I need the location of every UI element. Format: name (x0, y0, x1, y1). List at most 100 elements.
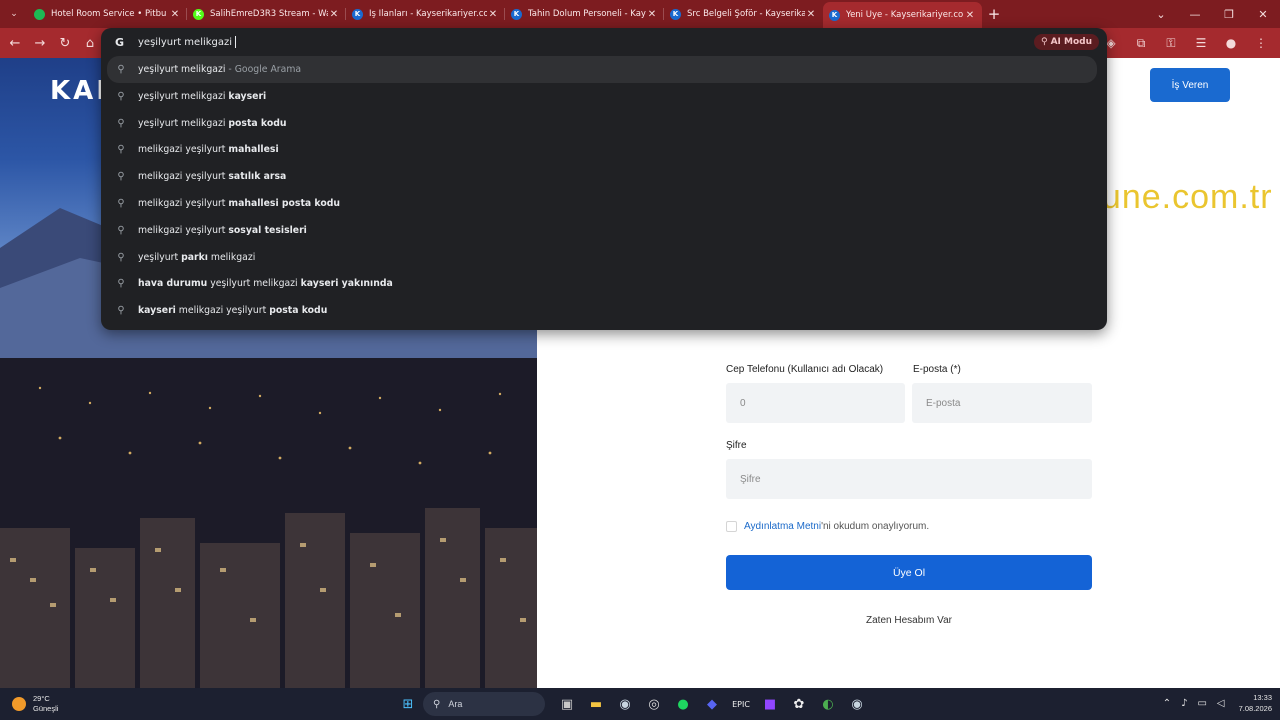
omnibox-suggestion[interactable]: ⚲ yeşilyurt melikgazi - Google Arama (107, 56, 1097, 83)
omnibox-dropdown: G yeşilyurt melikgazi ⚲ AI Modu ⚲ yeşilyur… (101, 28, 1107, 330)
volume-icon[interactable]: ◁ (1217, 698, 1225, 709)
maximize-button[interactable]: ❐ (1212, 0, 1246, 28)
suggestion-completion: sosyal tesisleri (228, 224, 307, 236)
browser-tab[interactable]: K SalihEmreD3R3 Stream - Watch✕ (187, 0, 346, 28)
browser-tab[interactable]: K İş İlanları - Kayserikariyer.com ✕ (346, 0, 505, 28)
display-icon[interactable]: ▭ (1197, 698, 1206, 709)
suggestion-prefix: melikgazi yeşilyurt (138, 224, 229, 236)
suggestion-completion: posta kodu (228, 117, 287, 129)
ai-mode-button[interactable]: ⚲ AI Modu (1033, 34, 1099, 50)
tab-close-icon[interactable]: ✕ (964, 10, 976, 21)
chrome-icon[interactable]: ◐ (814, 691, 842, 717)
suggestion-prefix: melikgazi yeşilyurt (175, 305, 270, 317)
microphone-icon[interactable]: ♪ (1181, 698, 1187, 709)
weather-temp: 29°C (33, 694, 50, 703)
browser-tab[interactable]: K Src Belgeli Şoför - Kayserikariye✕ (664, 0, 823, 28)
suggestion-prefix: melikgazi yeşilyurt (138, 198, 229, 209)
tab-close-icon[interactable]: ✕ (169, 9, 181, 20)
omnibox-suggestion[interactable]: ⚲ melikgazi yeşilyurt mahallesi (101, 136, 1107, 163)
login-link[interactable]: Zaten Hesabım Var (726, 615, 1092, 626)
tab-close-icon[interactable]: ✕ (805, 9, 817, 20)
employer-button[interactable]: İş Veren (1150, 68, 1230, 102)
consent-text: 'ni okudum onaylıyorum. (821, 521, 930, 532)
dropdown-icon[interactable]: ⌄ (1144, 0, 1178, 28)
menu-kebab-icon[interactable]: ⋮ (1246, 31, 1276, 55)
tab-favicon-icon: K (193, 8, 204, 20)
omnibox-suggestion[interactable]: ⚲ yeşilyurt melikgazi kayseri (101, 83, 1107, 110)
suggestion-completion: mahallesi posta kodu (228, 198, 341, 209)
suggestion-prefix: melikgazi yeşilyurt (138, 144, 229, 156)
tab-title: Hotel Room Service • Pitbu (51, 9, 167, 19)
omnibox-suggestion[interactable]: ⚲ yeşilyurt melikgazi posta kodu (101, 110, 1107, 137)
discord-icon[interactable]: ◆ (698, 691, 726, 717)
tab-favicon-icon: K (511, 8, 522, 20)
suggestion-prefix: yeşilyurt (138, 251, 182, 263)
email-input[interactable] (912, 383, 1092, 423)
forward-button[interactable]: → (28, 31, 52, 55)
password-input[interactable] (726, 459, 1092, 499)
toolbar-extensions: ◈ ⧉ ⚿ ☰ ● ⋮ (1096, 31, 1276, 55)
omnibox-input[interactable]: G yeşilyurt melikgazi ⚲ AI Modu (101, 28, 1107, 56)
tab-search-icon[interactable]: ⌄ (0, 0, 28, 28)
omnibox-suggestion[interactable]: ⚲ melikgazi yeşilyurt satılık arsa (101, 163, 1107, 190)
browser-tab[interactable]: Hotel Room Service • Pitbu ✕ (28, 0, 187, 28)
spotify-icon[interactable]: ● (669, 691, 697, 717)
file-explorer-icon[interactable]: ▬ (582, 691, 610, 717)
register-button[interactable]: Üye Ol (726, 555, 1092, 590)
close-window-button[interactable]: ✕ (1246, 0, 1280, 28)
system-tray: ⌃ ♪ ▭ ◁ 13:33 7.08.2026 (1153, 692, 1272, 714)
omnibox-suggestion[interactable]: ⚲ kayseri melikgazi yeşilyurt posta kodu (101, 297, 1107, 324)
extensions-puzzle-icon[interactable]: ⧉ (1126, 31, 1156, 55)
omnibox-suggestion[interactable]: ⚲ melikgazi yeşilyurt mahallesi posta kod… (101, 190, 1107, 217)
tab-favicon-icon: K (829, 9, 840, 21)
suggestion-lead: hava durumu (138, 278, 208, 290)
clock[interactable]: 13:33 7.08.2026 (1239, 692, 1272, 714)
back-button[interactable]: ← (3, 31, 27, 55)
taskbar-search[interactable]: ⚲ Ara (423, 692, 545, 716)
app-circle-icon[interactable]: ◎ (640, 691, 668, 717)
google-icon: G (115, 35, 125, 49)
suggestion-text: hava durumu yeşilyurt melikgazi kayseri … (138, 278, 393, 289)
tab-close-icon[interactable]: ✕ (646, 9, 658, 20)
clock-date: 7.08.2026 (1238, 704, 1272, 713)
privacy-notice-link[interactable]: Aydınlatma Metni (744, 521, 821, 532)
suggestion-completion: kayseri yakınında (300, 278, 393, 290)
omnibox-suggestion[interactable]: ⚲ melikgazi yeşilyurt sosyal tesisleri (101, 217, 1107, 244)
windows-start-icon[interactable]: ⊞ (394, 691, 422, 717)
chevron-up-icon[interactable]: ⌃ (1163, 698, 1171, 709)
suggestion-completion: satılık arsa (228, 171, 287, 183)
omnibox-suggestion[interactable]: ⚲ yeşilyurt parkı melikgazi (101, 244, 1107, 271)
browser-tab[interactable]: K Yeni Üye - Kayserikariyer.com ✕ (823, 2, 982, 28)
twitch-icon[interactable]: ■ (756, 691, 784, 717)
suggestion-text: yeşilyurt melikgazi posta kodu (138, 118, 287, 129)
omnibox-suggestion[interactable]: ⚲ hava durumu yeşilyurt melikgazi kayseri… (101, 270, 1107, 297)
reload-button[interactable]: ↻ (53, 31, 77, 55)
phone-input[interactable] (726, 383, 905, 423)
suggestion-text: melikgazi yeşilyurt mahallesi posta kodu (138, 198, 340, 209)
password-key-icon[interactable]: ⚿ (1156, 31, 1186, 55)
task-view-icon[interactable]: ▣ (553, 691, 581, 717)
tab-close-icon[interactable]: ✕ (328, 9, 340, 20)
sun-icon (12, 697, 26, 711)
reading-list-icon[interactable]: ☰ (1186, 31, 1216, 55)
search-icon: ⚲ (117, 305, 125, 317)
epic-games-icon[interactable]: EPIC (727, 691, 755, 717)
weather-widget[interactable]: 29°C Güneşli (12, 694, 58, 714)
consent-checkbox[interactable] (726, 521, 737, 532)
steam-icon[interactable]: ◉ (611, 691, 639, 717)
clock-time: 13:33 (1253, 693, 1272, 702)
steam-client-icon[interactable]: ◉ (843, 691, 871, 717)
github-icon[interactable]: ✿ (785, 691, 813, 717)
browser-tab[interactable]: K Tahin Dolum Personeli - Kayseri✕ (505, 0, 664, 28)
profile-avatar-icon[interactable]: ● (1216, 31, 1246, 55)
tab-close-icon[interactable]: ✕ (487, 9, 499, 20)
omnibox-text[interactable]: yeşilyurt melikgazi (138, 37, 232, 48)
search-icon: ⚲ (117, 278, 125, 290)
home-button[interactable]: ⌂ (78, 31, 102, 55)
search-icon: ⚲ (117, 198, 125, 209)
minimize-button[interactable]: — (1178, 0, 1212, 28)
email-label: E-posta (*) (913, 364, 961, 375)
window-controls: ⌄ — ❐ ✕ (1144, 0, 1280, 28)
new-tab-button[interactable]: + (982, 5, 1006, 23)
tab-strip: ⌄ Hotel Room Service • Pitbu ✕ K SalihEmreD… (0, 0, 1280, 28)
